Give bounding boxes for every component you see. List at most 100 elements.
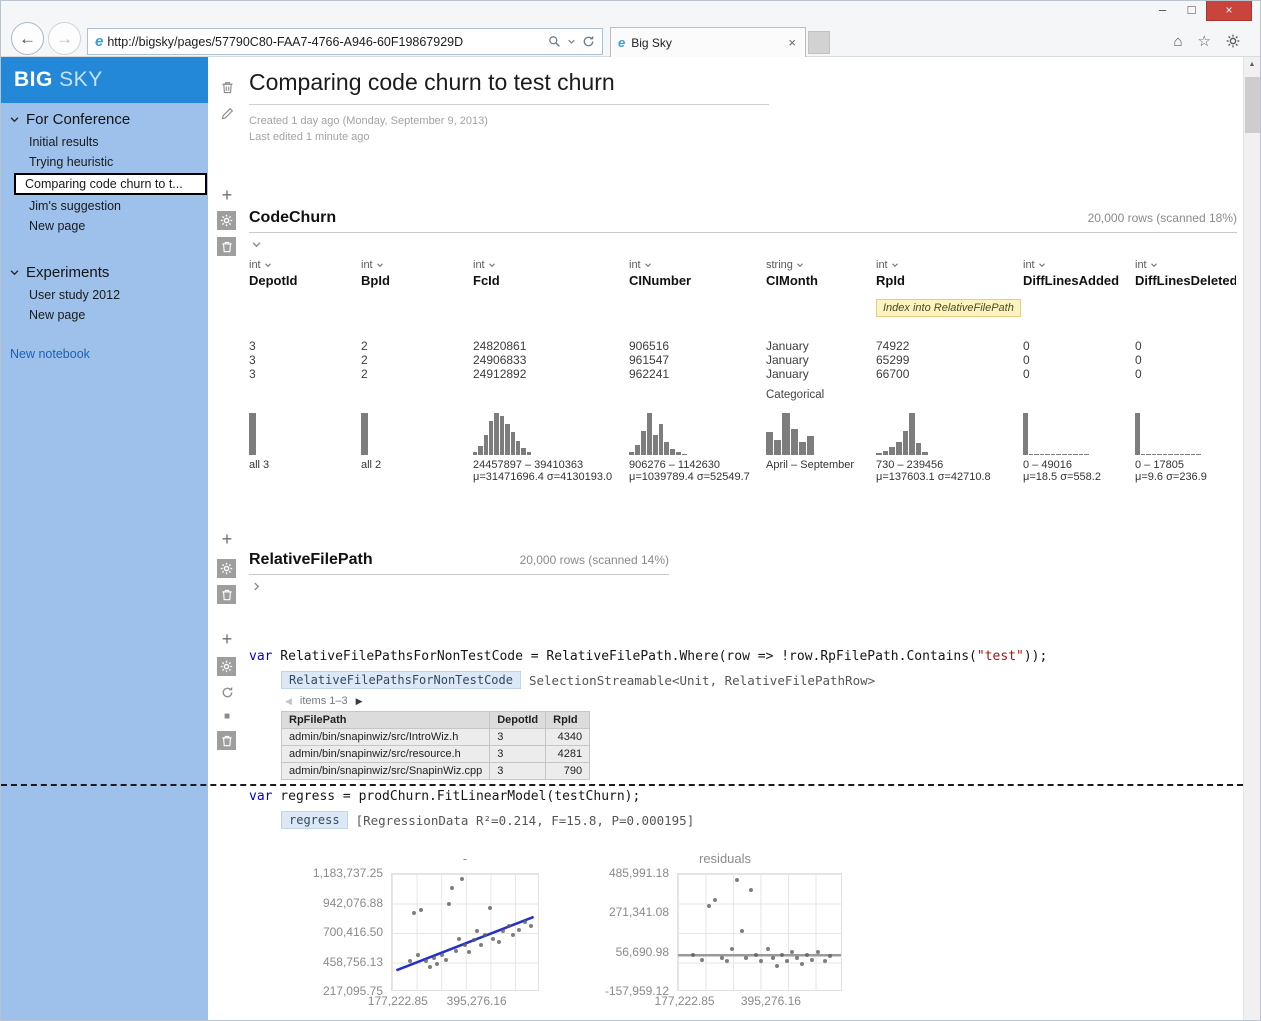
column-type-dropdown[interactable]: int <box>1135 257 1236 273</box>
edit-pencil-icon[interactable] <box>217 103 237 123</box>
result-chip[interactable]: RelativeFilePathsForNonTestCode <box>281 671 521 689</box>
codechurn-columns: int DepotId 3 3 3 all 3 int BpId <box>249 257 1237 483</box>
favorites-star-icon[interactable]: ☆ <box>1198 32 1211 50</box>
sidebar-item-initial-results[interactable]: Initial results <box>1 132 208 152</box>
section-label: Experiments <box>26 264 109 281</box>
scrollbar-thumb[interactable] <box>1245 77 1260 133</box>
column-type: int <box>249 259 261 271</box>
column-histogram <box>1135 413 1201 455</box>
column-type-dropdown[interactable]: int <box>249 257 361 273</box>
column-range: 730 – 239456 <box>876 459 1023 471</box>
address-bar[interactable]: e http://bigsky/pages/57790C80-FAA7-4766… <box>87 28 603 55</box>
delete-cell-icon[interactable] <box>217 585 236 604</box>
residuals-y-axis: 485,991.18 271,341.08 56,690.98 -157,959… <box>569 873 677 991</box>
sidebar-item-trying-heuristic[interactable]: Trying heuristic <box>1 152 208 172</box>
residuals-chart: 485,991.18 271,341.08 56,690.98 -157,959… <box>569 851 842 991</box>
sidebar-item-user-study-2012[interactable]: User study 2012 <box>1 285 208 305</box>
last-edited-text: Last edited 1 minute ago <box>249 129 769 145</box>
chevron-down-icon <box>796 261 804 269</box>
add-cell-icon[interactable]: + <box>217 629 237 649</box>
new-tab-button[interactable] <box>808 31 830 54</box>
table-header[interactable]: RpFilePath <box>282 712 490 729</box>
back-button[interactable]: ← <box>11 22 44 55</box>
column-type: string <box>766 259 793 271</box>
column-range: April – September <box>766 459 876 471</box>
sidebar-section-experiments[interactable]: Experiments <box>1 256 208 285</box>
cell-settings-gear-icon[interactable] <box>217 657 236 676</box>
chevron-down-icon <box>644 261 652 269</box>
column-stats: μ=18.5 σ=558.2 <box>1023 471 1135 483</box>
page-break-divider <box>1 784 1243 786</box>
close-button[interactable]: × <box>1206 1 1252 21</box>
column-stats: μ=31471696.4 σ=4130193.0 <box>473 471 629 483</box>
chevron-down-icon <box>376 261 384 269</box>
tab-close-icon[interactable]: × <box>786 36 798 49</box>
column-type-dropdown[interactable]: int <box>629 257 766 273</box>
cell-rail: + + + <box>208 57 249 1020</box>
browser-tab[interactable]: e Big Sky × <box>610 27 806 57</box>
cell-settings-gear-icon[interactable] <box>217 211 236 230</box>
stop-cell-icon[interactable]: ■ <box>217 706 237 726</box>
sidebar-item-new-page-2[interactable]: New page <box>1 305 208 325</box>
minimize-button[interactable]: – <box>1148 1 1177 21</box>
column-name: DiffLinesDeleted <box>1135 273 1236 295</box>
rerun-cell-icon[interactable] <box>217 682 237 702</box>
address-dropdown-icon[interactable] <box>567 37 576 46</box>
table-cell: 3 <box>490 746 546 763</box>
add-cell-icon[interactable]: + <box>217 529 237 549</box>
page-title[interactable]: Comparing code churn to test churn <box>249 69 769 105</box>
code-line[interactable]: var regress = prodChurn.FitLinearModel(t… <box>249 789 1237 804</box>
scroll-up-arrow[interactable]: ▲ <box>1244 57 1260 73</box>
relativefilepath-expand-chevron-icon[interactable] <box>249 575 669 597</box>
sidebar-section-for-conference[interactable]: For Conference <box>1 103 208 132</box>
table-row: admin/bin/snapinwiz/src/resource.h 3 428… <box>282 746 590 763</box>
code-keyword: var <box>249 789 272 804</box>
pager-next-icon[interactable]: ▶ <box>356 696 363 707</box>
url-text[interactable]: http://bigsky/pages/57790C80-FAA7-4766-A… <box>107 35 548 49</box>
y-tick: 700,416.50 <box>323 925 383 939</box>
column-histogram <box>249 413 256 455</box>
codechurn-title[interactable]: CodeChurn <box>249 209 336 227</box>
codechurn-collapse-chevron-icon[interactable] <box>249 233 1237 255</box>
home-icon[interactable]: ⌂ <box>1173 33 1182 50</box>
cell-settings-gear-icon[interactable] <box>217 559 236 578</box>
table-cell: 4281 <box>546 746 590 763</box>
column-range: all 3 <box>249 459 361 471</box>
result-chip[interactable]: regress <box>281 811 348 829</box>
column-type-dropdown[interactable]: int <box>361 257 473 273</box>
code-line[interactable]: var RelativeFilePathsForNonTestCode = Re… <box>249 649 1237 664</box>
search-icon[interactable] <box>548 35 561 48</box>
browser-chrome: – □ × ← → e http://bigsky/pages/57790C80… <box>1 1 1260 57</box>
table-header[interactable]: DepotId <box>490 712 546 729</box>
table-header-row: RpFilePath DepotId RpId <box>282 712 590 729</box>
pager-label: items 1–3 <box>300 695 348 707</box>
pager-prev-icon[interactable]: ◀ <box>285 696 292 707</box>
add-cell-icon[interactable]: + <box>217 185 237 205</box>
column-type-dropdown[interactable]: string <box>766 257 876 273</box>
new-notebook-link[interactable]: New notebook <box>1 347 208 361</box>
table-cell: 4340 <box>546 729 590 746</box>
refresh-icon[interactable] <box>582 35 595 48</box>
sidebar-item-comparing-code-churn[interactable]: Comparing code churn to t... <box>14 173 207 195</box>
delete-cell-icon[interactable] <box>217 731 236 750</box>
column-name: RpId <box>876 273 1023 295</box>
column-type-dropdown[interactable]: int <box>1023 257 1135 273</box>
column-range: 0 – 49016 <box>1023 459 1135 471</box>
relativefilepath-title[interactable]: RelativeFilePath <box>249 551 373 569</box>
sidebar-item-jims-suggestion[interactable]: Jim's suggestion <box>1 196 208 216</box>
column-type: int <box>361 259 373 271</box>
address-bar-icons <box>548 35 597 48</box>
code-text: regress = prodChurn.FitLinearModel(testC… <box>272 789 640 804</box>
delete-page-icon[interactable] <box>217 77 237 97</box>
column-type-dropdown[interactable]: int <box>473 257 629 273</box>
delete-cell-icon[interactable] <box>217 237 236 256</box>
column-type-dropdown[interactable]: int <box>876 257 1023 273</box>
forward-button[interactable]: → <box>48 22 81 55</box>
table-header[interactable]: RpId <box>546 712 590 729</box>
column-difflinesadded: int DiffLinesAdded 0 0 0 0 – 49016 μ=18.… <box>1023 257 1135 483</box>
table-row: admin/bin/snapinwiz/src/IntroWiz.h 3 434… <box>282 729 590 746</box>
settings-gear-icon[interactable] <box>1226 34 1240 48</box>
chevron-down-icon <box>488 261 496 269</box>
sidebar-item-new-page-1[interactable]: New page <box>1 216 208 236</box>
maximize-button[interactable]: □ <box>1177 1 1206 21</box>
